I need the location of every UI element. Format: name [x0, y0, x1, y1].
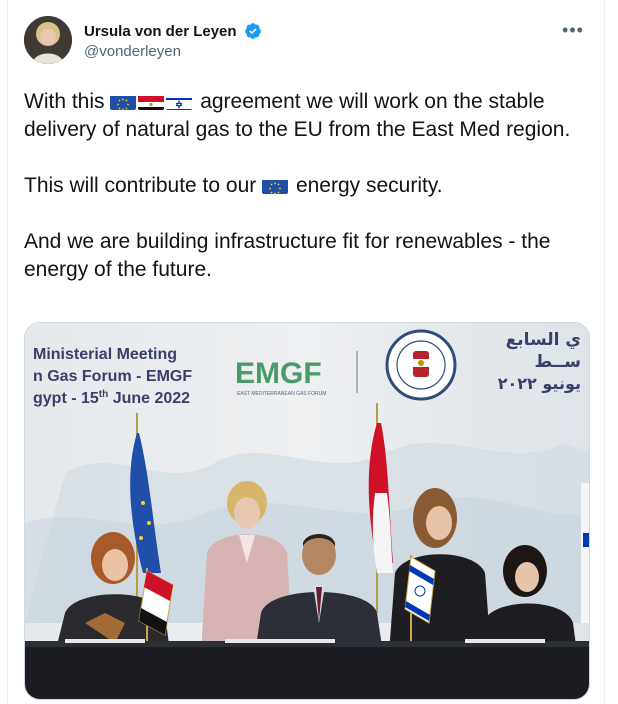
ministry-seal-icon	[385, 329, 457, 401]
tweet-card: Ursula von der Leyen @vonderleyen ••• Wi…	[7, 0, 605, 704]
banner-line-3: gypt - 15th June 2022	[33, 389, 190, 407]
tweet-paragraph-3: And we are building infrastructure fit f…	[24, 230, 551, 281]
verified-badge-icon	[244, 22, 262, 40]
eu-flag-icon	[110, 93, 137, 110]
arabic-line-3: يونيو ٢٠٢٢	[498, 374, 581, 393]
more-options-icon[interactable]: •••	[558, 21, 588, 44]
egypt-flag-icon	[138, 93, 165, 110]
tweet-text: With this agreement we will work on the …	[24, 88, 584, 284]
arabic-line-1: ي السابع	[506, 330, 581, 350]
banner-line-2: n Gas Forum - EMGF	[33, 368, 192, 385]
israel-flag-icon	[166, 93, 193, 110]
avatar-photo	[24, 16, 72, 64]
tweet-header: Ursula von der Leyen @vonderleyen •••	[24, 16, 588, 76]
eu-flag-icon	[262, 177, 289, 194]
tweet-paragraph-1: With this agreement we will work on the …	[24, 90, 571, 141]
tweet-paragraph-2: This will contribute to our energy secur…	[24, 174, 443, 197]
emgf-logo: EMGF	[235, 357, 322, 390]
tweet-photo[interactable]: Ministerial Meeting n Gas Forum - EMGF g…	[24, 322, 590, 700]
avatar[interactable]	[24, 16, 72, 64]
signing-ceremony-photo: Ministerial Meeting n Gas Forum - EMGF g…	[25, 323, 589, 699]
banner-line-1: Ministerial Meeting	[33, 346, 177, 363]
emgf-logo-subtext: EAST MEDITERRANEAN GAS FORUM	[237, 391, 326, 397]
display-name[interactable]: Ursula von der Leyen	[84, 23, 237, 40]
arabic-line-2: ســط	[534, 352, 581, 372]
handle[interactable]: @vonderleyen	[84, 43, 262, 60]
